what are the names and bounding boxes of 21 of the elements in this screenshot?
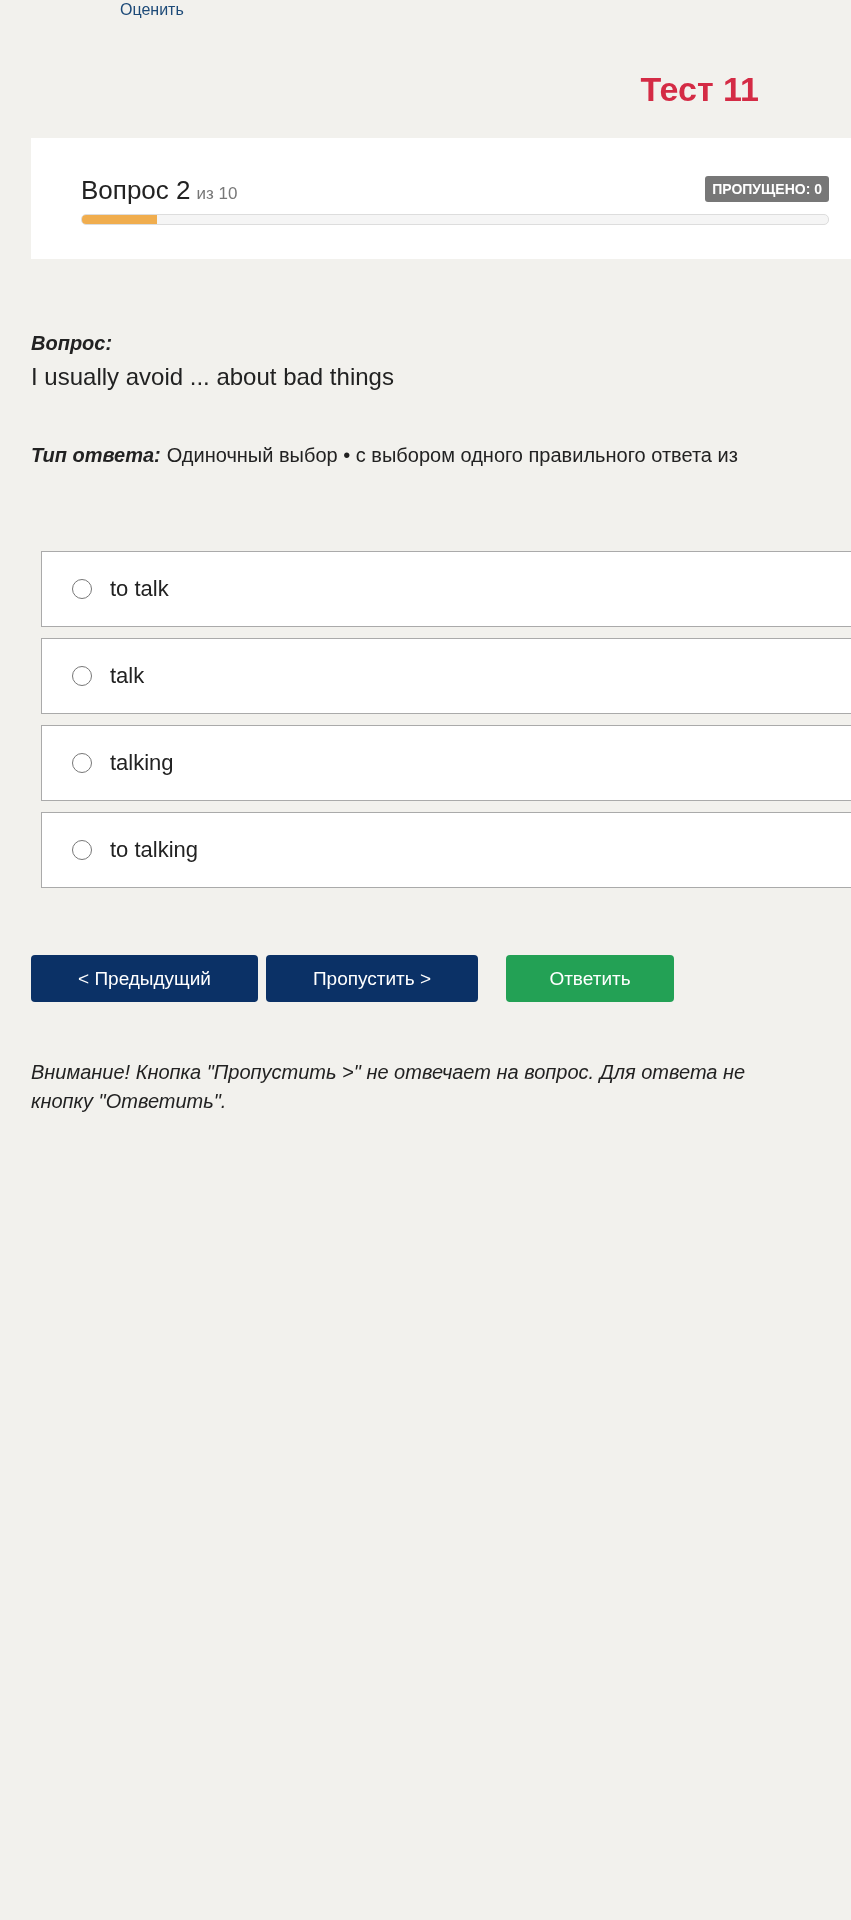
option-label: to talking [110,837,199,863]
option-label: talking [110,750,174,776]
answer-type-text: Одиночный выбор • с выбором одного правильного ответа из [166,444,738,466]
nav-button[interactable]: Пропустить > [266,955,478,1002]
skipped-badge: ПРОПУЩЕНО: 0 [705,176,829,202]
answer-option[interactable]: to talking [41,812,851,888]
test-title: Тест 11 [640,69,759,110]
question-total: из 10 [196,184,238,203]
rate-link[interactable]: Оценить [120,0,184,20]
answer-option[interactable]: talking [41,725,851,801]
question-label: Вопрос: [31,331,114,356]
answer-type-label: Тип ответа: [31,444,161,466]
option-label: to talk [110,576,169,602]
answer-option[interactable]: talk [41,638,851,714]
nav-button[interactable]: < Предыдущий [31,955,258,1002]
question-number: Вопрос 2 [81,175,191,205]
option-label: talk [110,663,145,689]
answer-option[interactable]: to talk [41,551,851,627]
warning-text: кнопку "Ответить". [31,1089,228,1114]
warning-text: Внимание! Кнопка "Пропустить >" не отвечает на вопрос. Для ответа не [31,1060,747,1085]
question-text: I usually avoid ... about bad things [31,362,395,392]
